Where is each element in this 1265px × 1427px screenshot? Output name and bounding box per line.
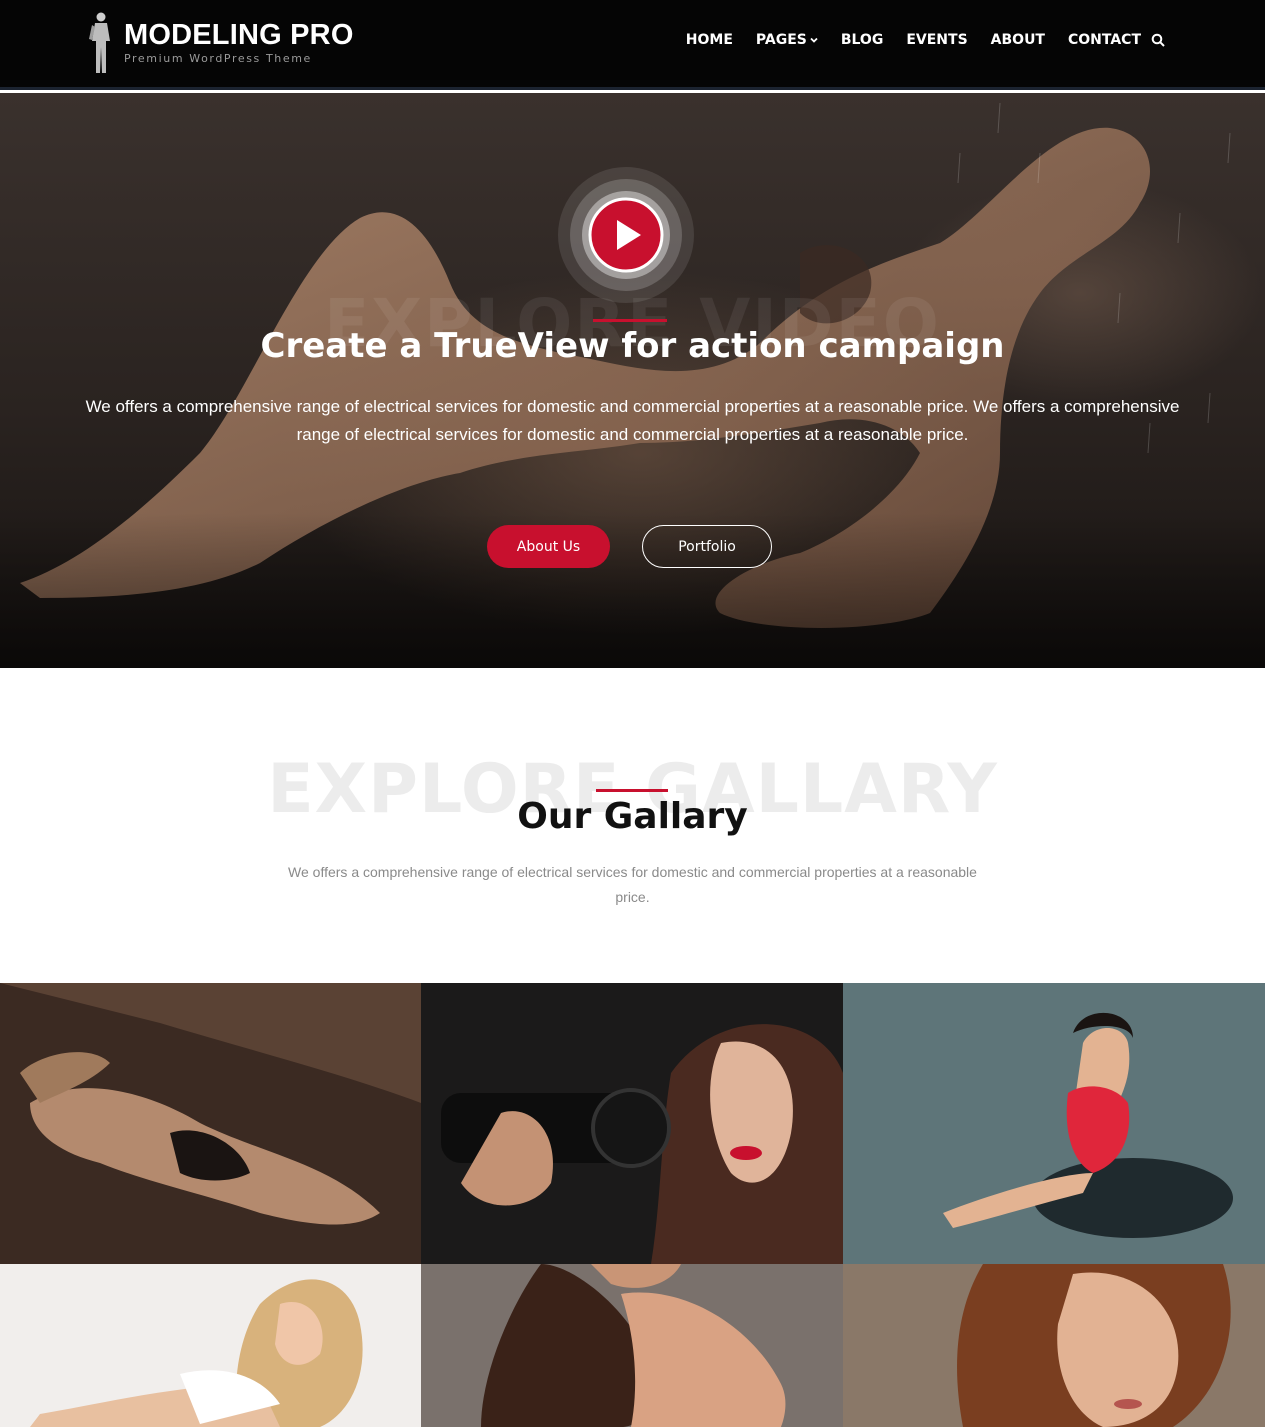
nav-item-label: ABOUT [990, 32, 1045, 48]
brand-subtitle: Premium WordPress Theme [124, 52, 312, 65]
play-icon[interactable] [556, 165, 696, 305]
chevron-down-icon [810, 37, 818, 43]
gallery-grid [0, 983, 1265, 1427]
gallery-image-6[interactable] [843, 1264, 1265, 1427]
nav-item-pages[interactable]: PAGES [756, 32, 818, 48]
nav-item-home[interactable]: HOME [686, 32, 733, 48]
nav-item-label: BLOG [840, 32, 884, 48]
gallery-description: We offers a comprehensive range of elect… [288, 864, 977, 905]
nav-item-about[interactable]: ABOUT [991, 32, 1045, 48]
nav-item-label: PAGES [755, 32, 807, 48]
portfolio-button[interactable]: Portfolio [642, 525, 772, 568]
site-logo[interactable]: MODELING PRO Premium WordPress Theme [86, 10, 354, 76]
gallery-image-3[interactable] [843, 983, 1265, 1264]
nav-item-events[interactable]: EVENTS [906, 32, 967, 48]
hero-section: EXPLORE VIDEO Create a TrueView for acti… [0, 93, 1265, 668]
brand-title: MODELING PRO [124, 19, 354, 51]
nav-item-label: HOME [685, 32, 733, 48]
site-header: MODELING PRO Premium WordPress Theme HOM… [0, 0, 1265, 90]
model-silhouette-icon [89, 12, 110, 73]
main-nav: HOME PAGES BLOG EVENTS ABOUT CONTACT [663, 32, 1165, 48]
gallery-image-1[interactable] [0, 983, 421, 1264]
about-us-button[interactable]: About Us [487, 525, 610, 568]
hero-title: Create a TrueView for action campaign [260, 326, 1005, 366]
gallery-image-2[interactable] [421, 983, 843, 1264]
hero-description: We offers a comprehensive range of elect… [85, 397, 1180, 444]
gallery-title: Our Gallary [517, 796, 748, 837]
nav-item-label: CONTACT [1067, 32, 1141, 48]
gallery-image-4[interactable] [0, 1264, 421, 1427]
hero-accent-bar [593, 319, 667, 322]
nav-item-label: EVENTS [906, 32, 968, 48]
search-icon[interactable] [1151, 33, 1165, 47]
nav-item-blog[interactable]: BLOG [841, 32, 884, 48]
gallery-image-5[interactable] [421, 1264, 843, 1427]
nav-item-contact[interactable]: CONTACT [1068, 32, 1141, 48]
